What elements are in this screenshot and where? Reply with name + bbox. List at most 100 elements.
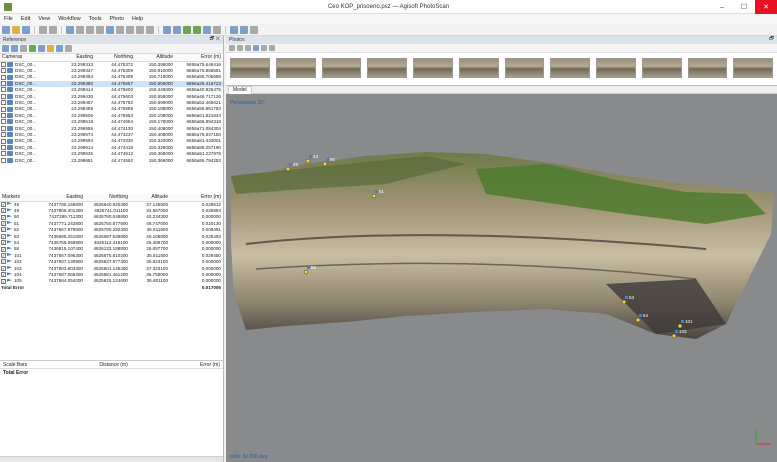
close-button[interactable]: ✕ bbox=[755, 0, 777, 14]
easting-cell[interactable]: 7437785.156800 bbox=[40, 201, 85, 208]
camera-checkbox[interactable] bbox=[1, 81, 6, 86]
marker-pin-dot[interactable] bbox=[677, 323, 683, 329]
marker-checkbox[interactable]: ✓ bbox=[1, 265, 6, 271]
photo-thumbnail[interactable] bbox=[458, 58, 499, 78]
northing-column-header[interactable]: Northing bbox=[85, 194, 130, 202]
photo-thumbnail[interactable] bbox=[413, 58, 453, 78]
altitude-cell[interactable]: 37.145500 bbox=[130, 201, 170, 208]
photo-thumbnail[interactable] bbox=[367, 58, 407, 78]
camera-row[interactable]: DSC_00... 23.299313 44.475372 150.398000 665… bbox=[0, 61, 223, 68]
sort-icon[interactable] bbox=[269, 45, 275, 51]
photo-thumbnail[interactable] bbox=[275, 58, 316, 78]
circle-select-icon[interactable] bbox=[86, 25, 94, 34]
show-cameras-icon[interactable] bbox=[230, 25, 238, 34]
easting-cell[interactable]: 23.299651 bbox=[55, 158, 95, 164]
delete-icon[interactable] bbox=[136, 25, 144, 34]
menu-file[interactable]: File bbox=[0, 16, 17, 22]
easting-column-header[interactable]: Easting bbox=[40, 194, 85, 202]
marker-pin[interactable]: 51 bbox=[371, 189, 385, 199]
menu-help[interactable]: Help bbox=[128, 16, 147, 22]
update-icon[interactable] bbox=[20, 45, 27, 52]
free-select-icon[interactable] bbox=[96, 25, 104, 34]
photo-thumbnail[interactable] bbox=[733, 58, 773, 78]
marker-checkbox[interactable]: ✓ bbox=[1, 259, 6, 265]
marker-checkbox[interactable]: ✓ bbox=[1, 227, 6, 233]
resize-region-icon[interactable] bbox=[146, 25, 154, 34]
maximize-button[interactable]: ☐ bbox=[733, 0, 755, 14]
menu-tools[interactable]: Tools bbox=[85, 16, 106, 22]
add-photos-icon[interactable] bbox=[229, 45, 235, 51]
marker-pin[interactable]: 53 bbox=[621, 295, 635, 305]
reset-filter-icon[interactable] bbox=[245, 45, 251, 51]
solid-model-icon[interactable] bbox=[203, 25, 211, 34]
marker-checkbox[interactable]: ✓ bbox=[1, 201, 6, 207]
camera-checkbox[interactable] bbox=[1, 61, 6, 67]
camera-checkbox[interactable] bbox=[1, 68, 6, 74]
menu-workflow[interactable]: Workflow bbox=[54, 16, 85, 22]
easting-column-header[interactable]: Easting bbox=[55, 54, 95, 62]
marker-row[interactable]: ✓ 48 7437785.156800 4825640.920300 37.145500… bbox=[0, 201, 223, 208]
marker-pin-dot[interactable] bbox=[303, 269, 309, 275]
edit-icon[interactable] bbox=[29, 45, 36, 52]
remove-photos-icon[interactable] bbox=[237, 45, 243, 51]
reset-view-icon[interactable] bbox=[250, 25, 258, 34]
model-viewport[interactable]: 43 49 50 51 52 53 54 101 103 Perspective 30° orb… bbox=[226, 94, 777, 462]
altitude-cell[interactable]: 150.398000 bbox=[135, 61, 175, 68]
marker-pin-dot[interactable] bbox=[671, 333, 677, 339]
camera-checkbox[interactable] bbox=[1, 125, 6, 131]
dense-cloud-icon[interactable] bbox=[173, 25, 181, 34]
marker-checkbox[interactable]: ✓ bbox=[1, 233, 6, 239]
camera-checkbox[interactable] bbox=[1, 113, 6, 119]
point-cloud-icon[interactable] bbox=[163, 25, 171, 34]
photo-thumbnail[interactable] bbox=[550, 58, 590, 78]
wireframe-icon[interactable] bbox=[213, 25, 221, 34]
rectangle-select-icon[interactable] bbox=[76, 25, 84, 34]
marker-pin-dot[interactable] bbox=[285, 166, 291, 172]
error-column-header[interactable]: Error (m) bbox=[170, 194, 223, 202]
marker-checkbox[interactable]: ✓ bbox=[1, 272, 6, 278]
view-details-icon[interactable] bbox=[261, 45, 267, 51]
scale-bars-column-header[interactable]: Scale Bars bbox=[3, 362, 27, 368]
cameras-column-header[interactable]: Cameras bbox=[0, 54, 55, 62]
marker-pin[interactable]: 50 bbox=[322, 157, 336, 167]
marker-name-cell[interactable]: ✓ 48 bbox=[0, 201, 40, 208]
photo-thumbnail[interactable] bbox=[230, 58, 270, 78]
photo-thumbnail[interactable] bbox=[321, 58, 362, 78]
camera-checkbox[interactable] bbox=[1, 157, 6, 163]
menu-view[interactable]: View bbox=[34, 16, 54, 22]
camera-checkbox[interactable] bbox=[1, 132, 6, 138]
rotate-icon[interactable] bbox=[116, 25, 124, 34]
camera-name-cell[interactable]: DSC_00... bbox=[0, 158, 55, 164]
markers-column-header[interactable]: Markers bbox=[0, 194, 40, 202]
northing-column-header[interactable]: Northing bbox=[95, 54, 135, 62]
error-column-header[interactable]: Error (m) bbox=[175, 54, 223, 62]
import-icon[interactable] bbox=[2, 45, 9, 52]
reference-panel-tab-strip[interactable] bbox=[0, 456, 223, 462]
shaded-model-icon[interactable] bbox=[183, 25, 191, 34]
view-errors-icon[interactable] bbox=[56, 45, 63, 52]
new-icon[interactable] bbox=[2, 25, 10, 34]
export-icon[interactable] bbox=[11, 45, 18, 52]
tab-model[interactable]: Model bbox=[228, 86, 252, 94]
camera-row[interactable]: DSC_00... 23.299651 44.474592 150.368000 665… bbox=[0, 158, 223, 164]
marker-pin-dot[interactable] bbox=[305, 158, 311, 164]
open-icon[interactable] bbox=[12, 25, 20, 34]
marker-pin[interactable]: 52 bbox=[303, 265, 317, 275]
marker-checkbox[interactable]: ✓ bbox=[1, 214, 6, 220]
northing-cell[interactable]: 44.475372 bbox=[95, 61, 135, 68]
menu-edit[interactable]: Edit bbox=[17, 16, 34, 22]
marker-checkbox[interactable]: ✓ bbox=[1, 221, 6, 226]
view-photos-icon[interactable] bbox=[253, 45, 259, 51]
camera-checkbox[interactable] bbox=[1, 93, 6, 99]
photo-thumbnail[interactable] bbox=[596, 58, 636, 78]
marker-pin[interactable]: 103 bbox=[671, 329, 687, 339]
marker-checkbox[interactable]: ✓ bbox=[1, 278, 6, 284]
easting-cell[interactable]: 23.299313 bbox=[55, 61, 95, 68]
altitude-cell[interactable]: 150.368000 bbox=[135, 158, 175, 164]
northing-cell[interactable]: 44.474592 bbox=[95, 158, 135, 164]
marker-pin[interactable]: 49 bbox=[285, 162, 299, 172]
panel-float-icon[interactable]: 🗗 bbox=[769, 36, 774, 44]
crop-icon[interactable] bbox=[126, 25, 134, 34]
undo-icon[interactable] bbox=[39, 25, 47, 34]
marker-pin[interactable]: 101 bbox=[677, 319, 693, 329]
